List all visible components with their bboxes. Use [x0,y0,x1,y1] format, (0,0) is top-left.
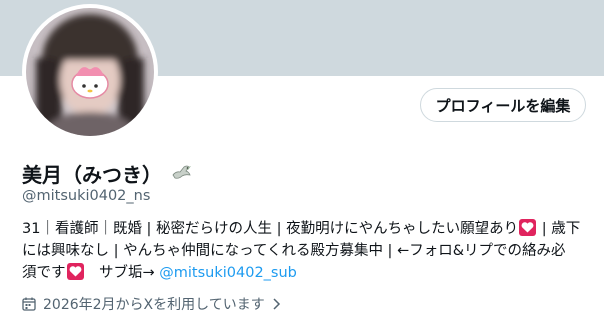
heart-icon [66,263,84,280]
bio-line: 31｜看護師｜既婚 | 秘密だらけの人生 | 夜勤明けにやんちゃしたい願望あり … [22,218,590,240]
display-name: 美月（みつき） [22,162,162,187]
user-handle: @mitsuki0402_ns [22,188,151,204]
calendar-icon [22,297,36,311]
edit-profile-button[interactable]: プロフィールを編集 [420,88,586,122]
sub-account-mention-link[interactable]: @mitsuki0402_sub [159,265,297,281]
bio-text: | 歳下 [537,221,581,237]
joined-date-text: 2026年2月からXを利用しています [43,297,265,313]
bio-text: には興味なし | やんちゃ仲間になってくれる殿方募集中 | ←フォロ&リプでの絡… [22,243,566,259]
chevron-right-icon [271,297,283,311]
heart-icon [519,219,537,236]
bio-line: には興味なし | やんちゃ仲間になってくれる殿方募集中 | ←フォロ&リプでの絡… [22,240,590,262]
dove-icon [170,163,192,183]
bio-line: 須です サブ垢→ @mitsuki0402_sub [22,262,590,284]
bio-text: 31｜看護師｜既婚 | 秘密だらけの人生 | 夜勤明けにやんちゃしたい願望あり [22,221,519,237]
profile-bio: 31｜看護師｜既婚 | 秘密だらけの人生 | 夜勤明けにやんちゃしたい願望あり … [22,218,590,284]
avatar[interactable] [22,4,158,140]
profile-page: プロフィールを編集 美月（みつき） @mitsuki0402_ns 31｜看護師… [0,0,604,327]
name-row: 美月（みつき） [22,160,192,187]
bio-text: 須です [22,265,66,281]
joined-date-row[interactable]: 2026年2月からXを利用しています [22,294,283,314]
bio-text: サブ垢→ [84,265,160,281]
